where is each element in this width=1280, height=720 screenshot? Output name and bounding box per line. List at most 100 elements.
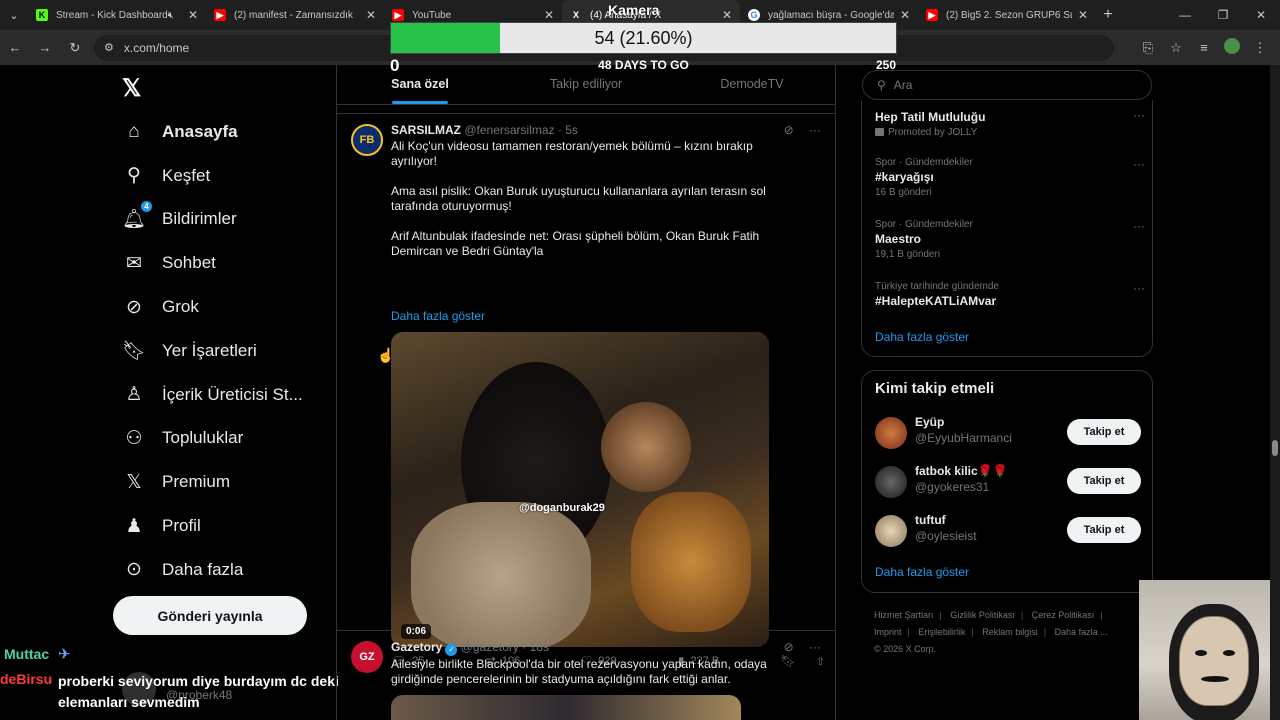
trend-name: Maestro <box>875 232 922 246</box>
search-input[interactable]: ⚲ Ara <box>862 70 1152 100</box>
who-to-follow-panel: Kimi takip etmeli Eyüp @EyyubHarmanci Ta… <box>861 370 1153 593</box>
browser-tab-big5[interactable]: ▶ (2) Big5 2. Sezon GRUP6 Su ✕ <box>918 0 1096 30</box>
footer-link[interactable]: Gizlilik Politikası <box>950 610 1015 620</box>
grok-icon[interactable]: ⊘ <box>784 640 794 654</box>
close-tab-icon[interactable]: ✕ <box>900 8 910 22</box>
media-control-icon[interactable]: ≡ <box>1190 40 1218 55</box>
nav-item-label: Sohbet <box>162 253 216 273</box>
page-scrollbar[interactable] <box>1270 65 1280 720</box>
tab-following[interactable]: Takip ediliyor <box>503 65 669 104</box>
creator-icon: ♙ <box>125 384 143 406</box>
nav-item-home[interactable]: ⌂ Anasayfa <box>122 110 303 154</box>
webcam-mask-shape <box>1179 616 1249 706</box>
tweet-author-name[interactable]: SARSILMAZ <box>391 123 461 137</box>
maximize-icon[interactable]: ❐ <box>1204 0 1242 30</box>
x-logo-icon[interactable]: 𝕏 <box>122 74 141 103</box>
tweet-author-name[interactable]: Gazetory <box>391 640 442 654</box>
more-options-icon[interactable]: ··· <box>809 640 821 654</box>
browser-tab-kick[interactable]: K Stream - Kick Dashboard 🔇︎ ✕ <box>28 0 206 30</box>
nav-item-notifications[interactable]: 🔔︎ 4 Bildirimler <box>122 198 303 242</box>
avatar[interactable] <box>875 515 907 547</box>
trend-item[interactable]: Spor · Gündemdekiler Maestro 19,1 B gönd… <box>875 219 1145 260</box>
trend-name: #karyağışı <box>875 170 934 184</box>
nav-item-bookmarks[interactable]: 🔖︎ Yer İşaretleri <box>122 329 303 373</box>
close-tab-icon[interactable]: ✕ <box>188 8 198 22</box>
follow-button[interactable]: Takip et <box>1067 419 1141 445</box>
grok-icon[interactable]: ⊘ <box>784 123 794 137</box>
account-name: fatbok kilic🌹🌹 <box>915 464 1008 478</box>
avatar[interactable] <box>875 466 907 498</box>
trends-show-more-link[interactable]: Daha fazla göster <box>875 330 969 344</box>
reload-icon[interactable]: ↻ <box>60 30 90 65</box>
close-tab-icon[interactable]: ✕ <box>722 8 732 22</box>
footer-link[interactable]: Reklam bilgisi <box>982 627 1038 637</box>
suggested-account[interactable]: Eyüp @EyyubHarmanci Takip et <box>875 415 1141 455</box>
search-icon: ⚲ <box>877 78 886 92</box>
site-info-icon[interactable]: ⚙ <box>104 41 114 54</box>
show-more-link[interactable]: Daha fazla göster <box>391 309 485 323</box>
x-premium-icon: 𝕏 <box>126 471 142 493</box>
footer-link[interactable]: Imprint <box>874 627 902 637</box>
new-tab-icon[interactable]: + <box>1096 6 1120 24</box>
follow-button[interactable]: Takip et <box>1067 517 1141 543</box>
tab-for-you[interactable]: Sana özel <box>337 65 503 104</box>
more-options-icon[interactable]: ··· <box>809 123 821 137</box>
tab-demodetv[interactable]: DemodeTV <box>669 65 835 104</box>
tweet[interactable]: GZ Gazetory ✓ @gazetory · 18s ⊘ ··· Ailes… <box>337 631 835 720</box>
nav-item-profile[interactable]: ♟ Profil <box>122 504 303 548</box>
bookmark-star-icon[interactable]: ☆ <box>1162 40 1190 56</box>
forward-icon[interactable]: → <box>30 30 60 65</box>
tab-search-icon[interactable]: ⌄ <box>0 0 28 30</box>
tweet-author-handle[interactable]: @fenersarsilmaz <box>464 123 554 137</box>
scrollbar-thumb[interactable] <box>1272 440 1278 456</box>
trends-panel: Hep Tatil Mutluluğu Promoted by JOLLY ··… <box>861 100 1153 357</box>
nav-item-messages[interactable]: ✉ Sohbet <box>122 241 303 285</box>
footer-link[interactable]: Erişilebilirlik <box>918 627 965 637</box>
nav-item-label: Topluluklar <box>162 428 244 448</box>
more-options-icon[interactable]: ··· <box>1133 281 1145 295</box>
trend-item[interactable]: Hep Tatil Mutluluğu Promoted by JOLLY ··… <box>875 108 1145 138</box>
install-app-icon[interactable]: ⎘ <box>1134 40 1162 56</box>
nav-item-more[interactable]: ⊙ Daha fazla <box>122 548 303 592</box>
back-icon[interactable]: ← <box>0 30 30 65</box>
chat-message: proberki seviyorum diye burdayım dc deki… <box>58 673 339 710</box>
profile-avatar-icon[interactable] <box>1218 38 1246 57</box>
more-options-icon[interactable]: ··· <box>1133 157 1145 171</box>
tweet-time[interactable]: · 18s <box>522 640 549 654</box>
footer-link[interactable]: Hizmet Şartları <box>874 610 934 620</box>
tweet-video[interactable]: @doganburak29 0:06 <box>391 332 769 647</box>
nav-item-premium[interactable]: 𝕏 Premium <box>122 460 303 504</box>
trend-item[interactable]: Türkiye tarihinde gündemde #HalepteKATLi… <box>875 281 1145 308</box>
follow-button[interactable]: Takip et <box>1067 468 1141 494</box>
nav-item-grok[interactable]: ⊘ Grok <box>122 285 303 329</box>
avatar[interactable] <box>875 417 907 449</box>
tweet-image[interactable] <box>391 695 741 720</box>
tweet-time[interactable]: · 5s <box>558 123 578 137</box>
close-tab-icon[interactable]: ✕ <box>1078 8 1088 22</box>
more-options-icon[interactable]: ··· <box>1133 219 1145 233</box>
minimize-icon[interactable]: — <box>1166 0 1204 30</box>
nav-item-communities[interactable]: ⚇ Topluluklar <box>122 417 303 461</box>
menu-icon[interactable]: ⋮ <box>1246 40 1274 56</box>
suggested-account[interactable]: fatbok kilic🌹🌹 @gyokeres31 Takip et <box>875 464 1141 504</box>
footer-link[interactable]: Daha fazla ... <box>1055 627 1108 637</box>
who-to-follow-show-more-link[interactable]: Daha fazla göster <box>875 565 969 579</box>
mute-icon[interactable]: 🔇︎ <box>168 10 174 21</box>
avatar[interactable]: FB <box>351 124 383 156</box>
browser-tab-manifest[interactable]: ▶ (2) manifest - Zamansızdık ✕ <box>206 0 384 30</box>
footer-link[interactable]: Çerez Politikası <box>1032 610 1095 620</box>
close-window-icon[interactable]: ✕ <box>1242 0 1280 30</box>
grok-icon: ⊘ <box>126 296 142 318</box>
close-tab-icon[interactable]: ✕ <box>544 8 554 22</box>
avatar[interactable]: GZ <box>351 641 383 673</box>
nav-item-creator-studio[interactable]: ♙ İçerik Üreticisi St... <box>122 373 302 417</box>
post-button[interactable]: Gönderi yayınla <box>113 596 307 635</box>
close-tab-icon[interactable]: ✕ <box>366 8 376 22</box>
tweet[interactable]: FB SARSILMAZ @fenersarsilmaz · 5s ⊘ ··· … <box>337 113 835 668</box>
trend-item[interactable]: Spor · Gündemdekiler #karyağışı 16 B gön… <box>875 157 1145 198</box>
tweet-author-handle[interactable]: @gazetory <box>461 640 519 654</box>
suggested-account[interactable]: tuftuf @oylesieist Takip et <box>875 513 1141 553</box>
communities-icon: ⚇ <box>125 427 143 449</box>
more-options-icon[interactable]: ··· <box>1133 108 1145 122</box>
nav-item-explore[interactable]: ⚲ Keşfet <box>122 154 303 198</box>
